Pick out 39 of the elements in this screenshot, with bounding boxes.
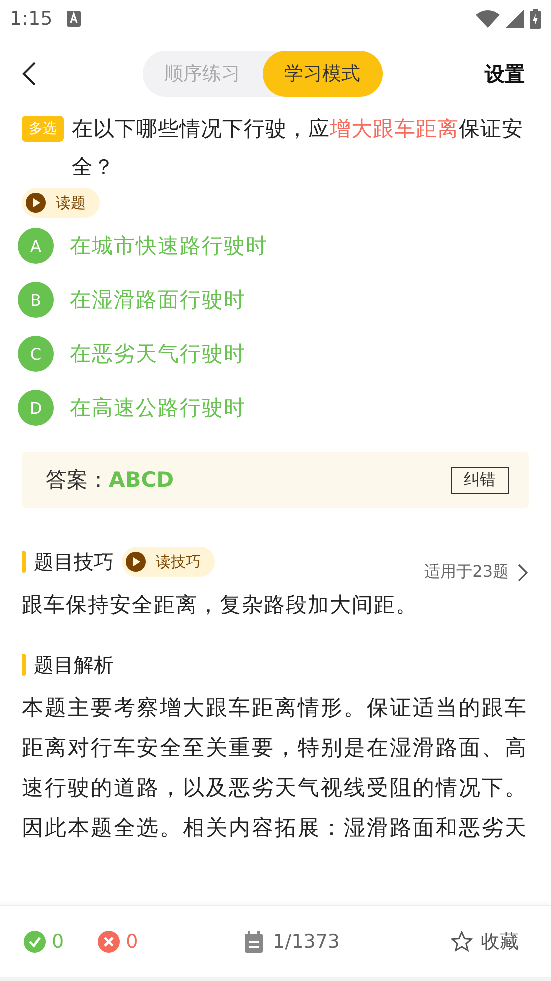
- calendar-icon[interactable]: [243, 931, 266, 953]
- answer-label: 答案：: [46, 467, 109, 494]
- favorite-button[interactable]: 收藏: [445, 928, 525, 956]
- chevron-right-icon: [517, 564, 529, 582]
- answer-value: ABCD: [109, 468, 176, 492]
- star-icon: [451, 931, 473, 953]
- play-icon: [126, 552, 146, 572]
- section-title: 题目技巧: [34, 548, 114, 576]
- tip-text: 跟车保持安全距离，复杂路段加大间距。: [22, 592, 419, 619]
- option-text[interactable]: 在湿滑路面行驶时: [70, 286, 246, 314]
- read-question-button[interactable]: 读题: [22, 188, 100, 218]
- option-text[interactable]: 在高速公路行驶时: [70, 394, 246, 422]
- option-letter[interactable]: A: [18, 228, 54, 264]
- wifi-icon: [476, 10, 500, 28]
- settings-link[interactable]: 设置: [485, 60, 525, 88]
- check-circle-icon: [24, 931, 46, 953]
- progress-count: 1/1373: [273, 931, 340, 953]
- option-letter[interactable]: D: [18, 390, 54, 426]
- cross-circle-icon: [98, 931, 120, 953]
- option-letter[interactable]: C: [18, 336, 54, 372]
- multiple-choice-tag: 多选: [22, 116, 64, 142]
- mode-tab[interactable]: 学习模式: [262, 51, 382, 97]
- question-text: 在以下哪些情况下行驶，应增大跟车距离保证安全？: [72, 116, 524, 181]
- section-title: 题目解析: [34, 652, 114, 678]
- mode-tab[interactable]: 顺序练习: [142, 51, 262, 97]
- play-icon: [26, 193, 46, 213]
- clock: 1:15: [10, 8, 53, 30]
- option-text[interactable]: 在城市快速路行驶时: [70, 232, 268, 260]
- option-text[interactable]: 在恶劣天气行驶时: [70, 340, 246, 368]
- option-letter[interactable]: B: [18, 282, 54, 318]
- correct-count: 0: [52, 931, 64, 953]
- battery-charging-icon: [530, 9, 541, 29]
- signal-icon: [506, 10, 524, 28]
- keyboard-notification-icon: [66, 11, 81, 27]
- analysis-text: 本题主要考察增大跟车距离情形。保证适当的跟车距离对行车安全至关重要，特别是在湿滑路面、高速行驶的道路，以及恶劣天气视线受阻的情况下。因此本题全选。相关内容拓展：湿滑路面和恶劣天: [22, 695, 529, 843]
- wrong-count: 0: [126, 931, 138, 953]
- report-error-button[interactable]: 纠错: [451, 466, 509, 494]
- applies-count-link[interactable]: 适用于23题: [424, 562, 509, 583]
- read-tips-button[interactable]: 读技巧: [122, 547, 215, 577]
